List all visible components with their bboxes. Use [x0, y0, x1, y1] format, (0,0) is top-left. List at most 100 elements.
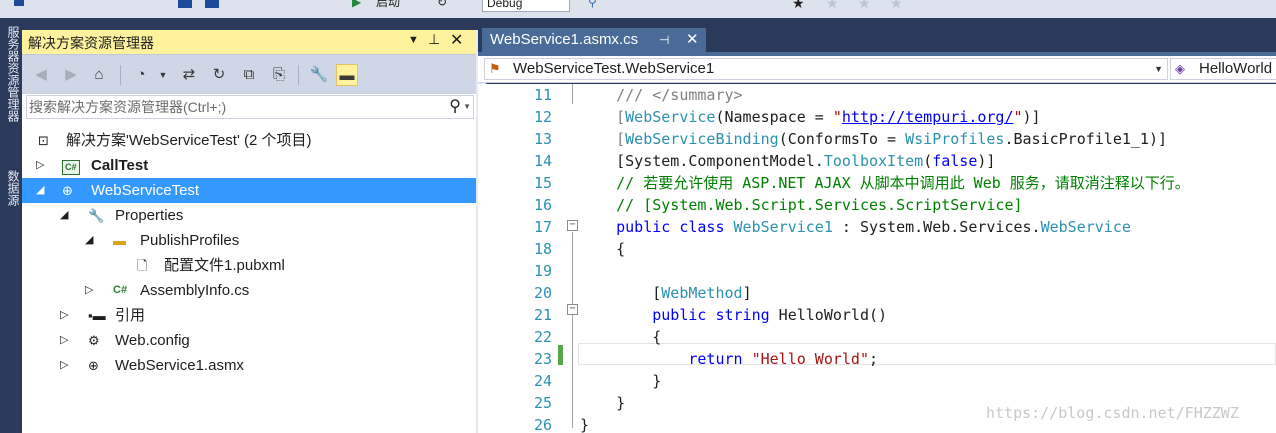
pending-changes-icon[interactable]: ◔	[130, 64, 152, 86]
code-line: /// </summary>	[616, 86, 743, 104]
save-icon[interactable]	[178, 0, 192, 8]
expand-arrow-icon[interactable]: ▷	[60, 328, 68, 353]
chevron-down-icon[interactable]: ▼	[1154, 59, 1163, 79]
line-number: 23	[533, 350, 552, 368]
expand-arrow-icon[interactable]: ▷	[60, 303, 68, 328]
expand-arrow-icon[interactable]: ▷	[36, 153, 44, 178]
close-icon[interactable]: ✕	[450, 30, 463, 50]
member-dropdown[interactable]: ◈ HelloWorld	[1170, 58, 1276, 80]
forward-icon[interactable]: ▶	[60, 64, 82, 86]
tree-item-pubxml[interactable]: 🗋 配置文件1.pubxml	[22, 253, 476, 278]
solution-search-box[interactable]: ⚲ ▼	[26, 95, 474, 119]
tree-item-label: 配置文件1.pubxml	[164, 257, 285, 274]
tree-item-webservicetest[interactable]: ◢ ⊕ WebServiceTest	[22, 178, 476, 203]
collapse-all-icon[interactable]: ⧉	[238, 64, 260, 86]
tree-item-label: Web.config	[115, 332, 190, 349]
solution-explorer-toolbar: ◀ ▶ ⌂ ◔ ▼ ⇄ ↻ ⧉ ⎘ 🔧 ▬	[22, 54, 476, 94]
bookmark-clear-icon[interactable]: ★	[890, 0, 903, 12]
web-file-icon: ⊕	[88, 358, 99, 373]
tree-item-solution[interactable]: ⊡ 解决方案'WebServiceTest' (2 个项目)	[22, 128, 476, 153]
fold-guide	[572, 382, 573, 428]
solution-search-input[interactable]	[29, 98, 429, 116]
type-dropdown-value: WebServiceTest.WebService1	[513, 60, 715, 77]
fold-guide	[572, 316, 573, 382]
tree-item-publishprofiles[interactable]: ◢ ▬ PublishProfiles	[22, 228, 476, 253]
line-number: 13	[533, 130, 552, 148]
refresh-icon[interactable]: ↻	[437, 0, 447, 11]
back-icon[interactable]: ◀	[30, 64, 52, 86]
config-icon: ⚙	[88, 333, 100, 348]
code-line: }	[580, 372, 662, 390]
find-icon[interactable]: ⚲	[588, 0, 597, 11]
collapse-arrow-icon[interactable]: ◢	[85, 228, 93, 253]
config-dropdown[interactable]: Debug	[482, 0, 570, 12]
expand-arrow-icon[interactable]: ▷	[85, 278, 93, 303]
line-number: 21	[533, 306, 552, 324]
solution-icon: ⊡	[38, 133, 49, 148]
line-number: 14	[533, 152, 552, 170]
data-sources-tab[interactable]: 数据源	[3, 170, 20, 206]
collapse-arrow-icon[interactable]: ◢	[60, 203, 68, 228]
tree-item-label: Properties	[115, 207, 184, 224]
home-icon[interactable]: ⌂	[88, 64, 110, 86]
collapse-method-icon[interactable]: −	[567, 304, 578, 315]
line-number: 25	[533, 394, 552, 412]
tree-item-references[interactable]: ▷ ▪▬ 引用	[22, 303, 476, 328]
code-line: [System.ComponentModel.ToolboxItem(false…	[580, 152, 996, 170]
close-tab-icon[interactable]: ✕	[686, 28, 699, 52]
code-line: [WebService(Namespace = "http://tempuri.…	[616, 108, 1041, 126]
window-position-icon[interactable]: ▼	[408, 34, 419, 46]
tree-item-label: 解决方案'WebServiceTest' (2 个项目)	[66, 132, 312, 149]
tree-item-label: WebService1.asmx	[115, 357, 244, 374]
bookmark-next-icon[interactable]: ★	[858, 0, 871, 12]
tab-label: WebService1.asmx.cs	[490, 31, 639, 48]
sync-icon[interactable]: ⇄	[178, 64, 200, 86]
tree-item-label: AssemblyInfo.cs	[140, 282, 250, 299]
method-icon: ◈	[1175, 61, 1185, 76]
refresh-icon[interactable]: ↻	[208, 64, 230, 86]
line-number: 18	[533, 240, 552, 258]
code-line: return "Hello World";	[688, 350, 879, 368]
class-icon: ⚑	[489, 61, 501, 76]
toolbar-icon[interactable]	[14, 0, 24, 6]
collapse-class-icon[interactable]: −	[567, 220, 578, 231]
tree-item-properties[interactable]: ◢ 🔧 Properties	[22, 203, 476, 228]
bookmark-icon[interactable]: ★	[792, 0, 805, 12]
line-number: 26	[533, 416, 552, 433]
toolbar-separator	[298, 65, 299, 85]
collapse-arrow-icon[interactable]: ◢	[36, 178, 44, 203]
pin-icon[interactable]: ⊣	[659, 28, 669, 52]
code-line: [WebServiceBinding(ConformsTo = WsiProfi…	[616, 130, 1168, 148]
dropdown-icon[interactable]: ▼	[152, 64, 174, 86]
server-explorer-tab[interactable]: 服务器资源管理器	[3, 26, 20, 122]
code-line: {	[580, 328, 662, 346]
main-toolbar: ▶ 启动 ↻ Debug ⚲ ★ ★ ★ ★	[0, 0, 1276, 18]
wrench-icon: 🔧	[88, 208, 105, 223]
change-marker	[558, 345, 563, 365]
search-options-icon[interactable]: ▼	[463, 102, 471, 111]
tree-item-webservice-asmx[interactable]: ▷ ⊕ WebService1.asmx	[22, 353, 476, 378]
code-editor[interactable]: 11 12 13 14 15 16 17 18 19 20 21 22 23 24 25 26 − − ///…	[478, 84, 1276, 433]
line-number: 17	[533, 218, 552, 236]
tree-item-assemblyinfo[interactable]: ▷ C# AssemblyInfo.cs	[22, 278, 476, 303]
start-button[interactable]: 启动	[376, 0, 400, 11]
tree-item-calltest[interactable]: ▷ C# CallTest	[22, 153, 476, 178]
start-icon[interactable]: ▶	[352, 0, 361, 11]
show-all-files-icon[interactable]: ⎘	[268, 64, 290, 86]
editor-tab-strip: WebService1.asmx.cs ⊣ ✕	[478, 18, 1276, 56]
properties-icon[interactable]: 🔧	[308, 64, 330, 86]
preview-selected-icon[interactable]: ▬	[336, 64, 358, 86]
line-number: 16	[533, 196, 552, 214]
tree-item-label: CallTest	[91, 157, 149, 174]
type-dropdown[interactable]: ⚑ WebServiceTest.WebService1 ▼	[484, 58, 1168, 80]
tab-webservice1-asmx-cs[interactable]: WebService1.asmx.cs ⊣ ✕	[482, 28, 706, 52]
pin-icon[interactable]: ⊥	[428, 31, 440, 48]
code-line: // 若要允许使用 ASP.NET AJAX 从脚本中调用此 Web 服务，请取…	[616, 174, 1190, 192]
code-line: public class WebService1 : System.Web.Se…	[616, 218, 1131, 236]
bookmark-prev-icon[interactable]: ★	[826, 0, 839, 12]
tree-item-webconfig[interactable]: ▷ ⚙ Web.config	[22, 328, 476, 353]
search-icon[interactable]: ⚲	[449, 96, 461, 116]
line-number: 12	[533, 108, 552, 126]
save-all-icon[interactable]	[205, 0, 219, 8]
expand-arrow-icon[interactable]: ▷	[60, 353, 68, 378]
